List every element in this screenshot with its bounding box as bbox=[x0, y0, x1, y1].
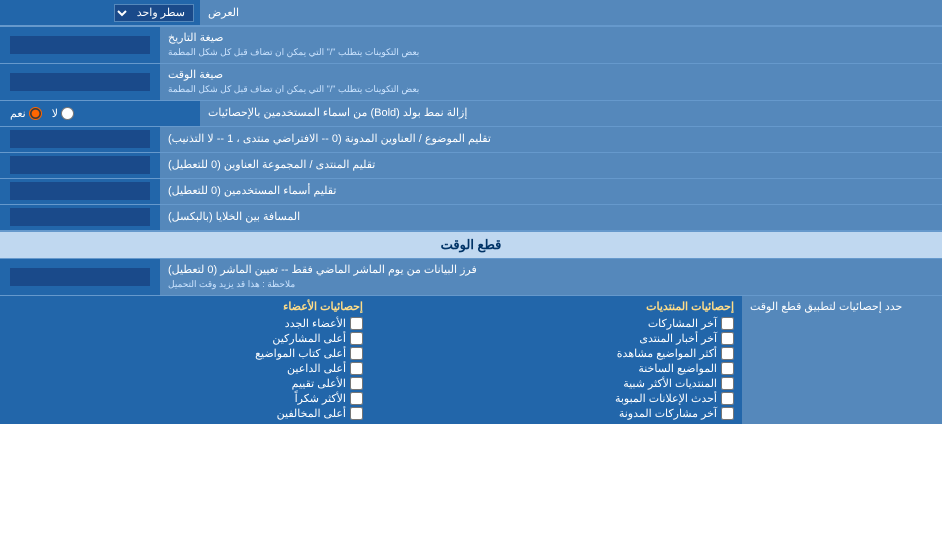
cut-time-data-label: فرز البيانات من يوم الماشر الماضي فقط --… bbox=[160, 259, 942, 295]
checkbox-top-writers[interactable] bbox=[350, 347, 363, 360]
bold-remove-row: إزالة نمط بولد (Bold) من اسماء المستخدمي… bbox=[0, 101, 942, 127]
checkbox-most-similar[interactable] bbox=[721, 377, 734, 390]
display-select-wrapper[interactable]: سطر واحد سطرين ثلاثة أسطر bbox=[114, 4, 194, 22]
topic-title-limit-input-cell[interactable]: 33 bbox=[0, 127, 160, 152]
stats-limit-label: حدد إحصائيات لتطبيق قطع الوقت bbox=[742, 296, 942, 424]
checkbox-most-viewed[interactable] bbox=[721, 347, 734, 360]
cut-time-section-header: قطع الوقت bbox=[0, 231, 942, 259]
checkbox-top-rated[interactable] bbox=[350, 377, 363, 390]
checkbox-most-thanked[interactable] bbox=[350, 392, 363, 405]
member-stats-col: إحصائيات الأعضاء الأعضاء الجدد أعلى المش… bbox=[0, 296, 371, 424]
radio-no-label[interactable]: لا bbox=[52, 107, 74, 120]
forum-header-limit-input[interactable]: 33 bbox=[10, 156, 150, 174]
col1-header: إحصائيات المنتديات bbox=[379, 300, 734, 313]
check-item-m2[interactable]: أعلى المشاركين bbox=[8, 332, 363, 345]
date-format-label: صيغة التاريخ بعض التكوينات يتطلب "/" الت… bbox=[160, 27, 942, 63]
check-item-1[interactable]: آخر المشاركات bbox=[379, 317, 734, 330]
check-item-5[interactable]: المنتديات الأكثر شبية bbox=[379, 377, 734, 390]
top-header-row: العرض سطر واحد سطرين ثلاثة أسطر bbox=[0, 0, 942, 27]
cut-time-data-row: فرز البيانات من يوم الماشر الماضي فقط --… bbox=[0, 259, 942, 296]
checkbox-top-inviters[interactable] bbox=[350, 362, 363, 375]
checkbox-top-violators[interactable] bbox=[350, 407, 363, 420]
time-format-input-cell[interactable]: H:i bbox=[0, 64, 160, 100]
main-container: العرض سطر واحد سطرين ثلاثة أسطر صيغة الت… bbox=[0, 0, 942, 424]
radio-yes-label[interactable]: نعم bbox=[10, 107, 42, 120]
forum-header-limit-row: تقليم المنتدى / المجموعة العناوين (0 للت… bbox=[0, 153, 942, 179]
page-title: العرض bbox=[208, 6, 239, 19]
checkbox-last-posts[interactable] bbox=[721, 317, 734, 330]
cell-spacing-row: المسافة بين الخلايا (بالبكسل) 2 bbox=[0, 205, 942, 231]
check-item-4[interactable]: المواضيع الساخنة bbox=[379, 362, 734, 375]
check-item-m7[interactable]: أعلى المخالفين bbox=[8, 407, 363, 420]
header-input[interactable]: سطر واحد سطرين ثلاثة أسطر bbox=[0, 0, 200, 26]
checkbox-hot-topics[interactable] bbox=[721, 362, 734, 375]
username-limit-input-cell[interactable]: 0 bbox=[0, 179, 160, 204]
cut-time-data-input-cell[interactable]: 0 bbox=[0, 259, 160, 295]
username-limit-input[interactable]: 0 bbox=[10, 182, 150, 200]
username-limit-label: تقليم أسماء المستخدمين (0 للتعطيل) bbox=[160, 179, 942, 204]
stats-columns-container: إحصائيات المنتديات آخر المشاركات آخر أخب… bbox=[0, 296, 742, 424]
forum-header-limit-label: تقليم المنتدى / المجموعة العناوين (0 للت… bbox=[160, 153, 942, 178]
checkbox-blog-posts[interactable] bbox=[721, 407, 734, 420]
checkbox-latest-ads[interactable] bbox=[721, 392, 734, 405]
forum-stats-col: إحصائيات المنتديات آخر المشاركات آخر أخب… bbox=[371, 296, 742, 424]
cut-time-data-input[interactable]: 0 bbox=[10, 268, 150, 286]
time-format-label: صيغة الوقت بعض التكوينات يتطلب "/" التي … bbox=[160, 64, 942, 100]
check-item-m5[interactable]: الأعلى تقييم bbox=[8, 377, 363, 390]
date-format-input[interactable]: d-m bbox=[10, 36, 150, 54]
check-item-6[interactable]: أحدث الإعلانات المبوبة bbox=[379, 392, 734, 405]
time-format-input[interactable]: H:i bbox=[10, 73, 150, 91]
radio-yes[interactable] bbox=[29, 107, 42, 120]
bold-remove-label: إزالة نمط بولد (Bold) من اسماء المستخدمي… bbox=[200, 101, 942, 126]
check-item-m6[interactable]: الأكثر شكراً bbox=[8, 392, 363, 405]
check-item-m3[interactable]: أعلى كتاب المواضيع bbox=[8, 347, 363, 360]
check-item-m1[interactable]: الأعضاء الجدد bbox=[8, 317, 363, 330]
cell-spacing-input[interactable]: 2 bbox=[10, 208, 150, 226]
forum-header-limit-input-cell[interactable]: 33 bbox=[0, 153, 160, 178]
checkbox-new-members[interactable] bbox=[350, 317, 363, 330]
topic-title-limit-row: تقليم الموضوع / العناوين المدونة (0 -- ا… bbox=[0, 127, 942, 153]
check-item-2[interactable]: آخر أخبار المنتدى bbox=[379, 332, 734, 345]
display-select[interactable]: سطر واحد سطرين ثلاثة أسطر bbox=[114, 4, 194, 22]
cell-spacing-input-cell[interactable]: 2 bbox=[0, 205, 160, 230]
col2-header: إحصائيات الأعضاء bbox=[8, 300, 363, 313]
checkbox-forum-news[interactable] bbox=[721, 332, 734, 345]
radio-no[interactable] bbox=[61, 107, 74, 120]
time-format-row: صيغة الوقت بعض التكوينات يتطلب "/" التي … bbox=[0, 64, 942, 101]
check-item-3[interactable]: أكثر المواضيع مشاهدة bbox=[379, 347, 734, 360]
date-format-input-cell[interactable]: d-m bbox=[0, 27, 160, 63]
date-format-row: صيغة التاريخ بعض التكوينات يتطلب "/" الت… bbox=[0, 27, 942, 64]
bold-remove-radio-cell[interactable]: نعم لا bbox=[0, 101, 200, 126]
check-item-m4[interactable]: أعلى الداعين bbox=[8, 362, 363, 375]
header-label: العرض bbox=[200, 0, 942, 26]
username-limit-row: تقليم أسماء المستخدمين (0 للتعطيل) 0 bbox=[0, 179, 942, 205]
topic-title-limit-input[interactable]: 33 bbox=[10, 130, 150, 148]
cell-spacing-label: المسافة بين الخلايا (بالبكسل) bbox=[160, 205, 942, 230]
checkbox-top-posters[interactable] bbox=[350, 332, 363, 345]
topic-title-limit-label: تقليم الموضوع / العناوين المدونة (0 -- ا… bbox=[160, 127, 942, 152]
stats-checkboxes-row: حدد إحصائيات لتطبيق قطع الوقت إحصائيات ا… bbox=[0, 296, 942, 424]
check-item-7[interactable]: آخر مشاركات المدونة bbox=[379, 407, 734, 420]
